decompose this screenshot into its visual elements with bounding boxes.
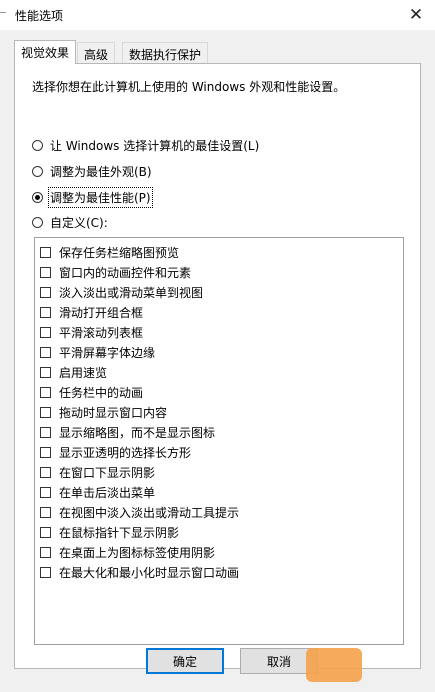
option-row[interactable]: 平滑滚动列表框 [35, 322, 143, 342]
checkbox[interactable] [40, 246, 51, 258]
checkbox[interactable] [40, 306, 51, 318]
option-label: 任务栏中的动画 [59, 385, 144, 400]
radio-circle[interactable] [32, 216, 43, 228]
option-row[interactable]: 窗口内的动画控件和元素 [35, 262, 191, 282]
checkbox[interactable] [40, 526, 51, 538]
radio-circle-selected[interactable] [32, 191, 43, 203]
title-bar: 性能选项 ✕ [0, 0, 435, 30]
option-label: 在最大化和最小化时显示窗口动画 [59, 565, 240, 580]
checkbox[interactable] [40, 266, 51, 278]
ok-button[interactable]: 确定 [146, 648, 224, 674]
checkbox[interactable] [40, 506, 51, 518]
checkbox[interactable] [40, 546, 51, 558]
checkbox[interactable] [40, 386, 51, 398]
option-row[interactable]: 在最大化和最小化时显示窗口动画 [35, 562, 239, 582]
checkbox[interactable] [40, 566, 51, 578]
option-label: 显示缩略图，而不是显示图标 [59, 425, 216, 440]
option-row[interactable]: 滑动打开组合框 [35, 302, 143, 322]
tab-data-execution-prevention[interactable]: 数据执行保护 [122, 42, 209, 63]
tab-visual-effects[interactable]: 视觉效果 [14, 40, 77, 64]
option-label: 在视图中淡入淡出或滑动工具提示 [59, 505, 240, 520]
option-label: 显示亚透明的选择长方形 [59, 445, 192, 460]
visual-effects-listbox[interactable]: 保存任务栏缩略图预览 窗口内的动画控件和元素 淡入淡出或滑动菜单到视图 滑动打开… [34, 237, 404, 645]
option-label: 平滑屏幕字体边缘 [59, 345, 156, 360]
option-row[interactable]: 在鼠标指针下显示阴影 [35, 522, 179, 542]
radio-let-windows-choose[interactable]: 让 Windows 选择计算机的最佳设置(L) [32, 136, 259, 154]
option-row[interactable]: 拖动时显示窗口内容 [35, 402, 167, 422]
option-row[interactable]: 显示缩略图，而不是显示图标 [35, 422, 215, 442]
option-label: 拖动时显示窗口内容 [59, 405, 168, 420]
option-row[interactable]: 平滑屏幕字体边缘 [35, 342, 155, 362]
option-row[interactable]: 启用速览 [35, 362, 107, 382]
option-row[interactable]: 任务栏中的动画 [35, 382, 143, 402]
window-title: 性能选项 [15, 9, 64, 23]
option-label: 平滑滚动列表框 [59, 325, 144, 340]
tab-label: 高级 [84, 48, 109, 62]
option-label: 在桌面上为图标标签使用阴影 [59, 545, 216, 560]
option-row[interactable]: 在窗口下显示阴影 [35, 462, 155, 482]
option-row[interactable]: 在单击后淡出菜单 [35, 482, 155, 502]
checkbox[interactable] [40, 286, 51, 298]
radio-circle[interactable] [32, 139, 43, 151]
option-label: 在鼠标指针下显示阴影 [59, 525, 180, 540]
radio-best-performance[interactable]: 调整为最佳性能(P) [32, 186, 153, 208]
watermark-logo [306, 648, 362, 682]
checkbox[interactable] [40, 346, 51, 358]
checkbox[interactable] [40, 406, 51, 418]
checkbox[interactable] [40, 426, 51, 438]
radio-label: 调整为最佳性能(P) [48, 186, 153, 208]
radio-label: 自定义(C): [50, 215, 108, 230]
option-label: 保存任务栏缩略图预览 [59, 245, 180, 260]
option-label: 滑动打开组合框 [59, 305, 144, 320]
checkbox[interactable] [40, 446, 51, 458]
option-row[interactable]: 显示亚透明的选择长方形 [35, 442, 191, 462]
tab-label: 视觉效果 [21, 46, 70, 60]
radio-circle[interactable] [32, 165, 43, 177]
option-row[interactable]: 保存任务栏缩略图预览 [35, 242, 179, 262]
radio-label: 调整为最佳外观(B) [50, 164, 152, 179]
description-text: 选择你想在此计算机上使用的 Windows 外观和性能设置。 [32, 80, 346, 94]
option-label: 窗口内的动画控件和元素 [59, 265, 192, 280]
tab-label: 数据执行保护 [129, 48, 202, 62]
dialog-body: 视觉效果 高级 数据执行保护 选择你想在此计算机上使用的 Windows 外观和… [0, 30, 435, 692]
option-row[interactable]: 淡入淡出或滑动菜单到视图 [35, 282, 203, 302]
checkbox[interactable] [40, 486, 51, 498]
checkbox[interactable] [40, 326, 51, 338]
option-row[interactable]: 在视图中淡入淡出或滑动工具提示 [35, 502, 239, 522]
radio-best-appearance[interactable]: 调整为最佳外观(B) [32, 162, 152, 180]
option-label: 在窗口下显示阴影 [59, 465, 156, 480]
checkbox[interactable] [40, 466, 51, 478]
option-label: 在单击后淡出菜单 [59, 485, 156, 500]
checkbox[interactable] [40, 366, 51, 378]
option-label: 淡入淡出或滑动菜单到视图 [59, 285, 204, 300]
close-icon[interactable]: ✕ [405, 4, 427, 26]
option-label: 启用速览 [59, 365, 108, 380]
radio-label: 让 Windows 选择计算机的最佳设置(L) [50, 138, 260, 153]
visual-effects-panel: 选择你想在此计算机上使用的 Windows 外观和性能设置。 让 Windows… [14, 63, 421, 669]
background-edge-line [0, 12, 6, 13]
option-row[interactable]: 在桌面上为图标标签使用阴影 [35, 542, 215, 562]
tab-advanced[interactable]: 高级 [77, 42, 116, 63]
radio-custom[interactable]: 自定义(C): [32, 213, 108, 231]
